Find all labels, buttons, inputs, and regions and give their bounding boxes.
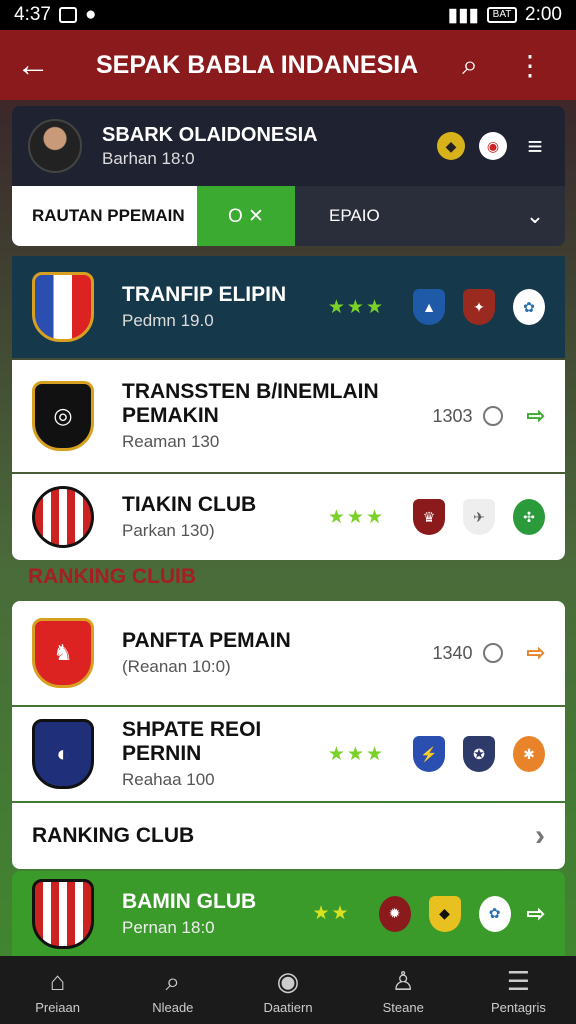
bottom-nav: ⌂ Preiaan ⌕ Nleade ◉ Daatiern ♙ Steane ☰… [0,956,576,1024]
rating-stars: ★★★ [327,743,385,765]
list-item[interactable]: RANKING CLUB › [12,803,565,869]
status-bar: 4:37 ● ▮▮▮ BAT 2:00 [0,0,576,30]
item-title: TIAKIN CLUB [122,493,257,516]
item-score: 1303 [432,405,473,426]
item-subtitle: Pedmn 19.0 [122,311,214,330]
club-crest-icon: ♞ [32,618,94,688]
status-ring-icon [482,406,503,426]
nav-label: Steane [382,999,424,1015]
item-subtitle: (Reanan 10:0) [122,657,231,676]
list-item[interactable]: ◐ SHPATE REOI PERNIN Reahaa 100 ★★★ ⚡ ✪ … [12,707,565,801]
search-icon: ⌕ [165,965,181,996]
app-bar: ← SEPAK BABLA INDANESIA ⌕ ⋮ [0,30,576,100]
rating-stars: ★★ [312,903,351,924]
trophy-icon[interactable]: ◆ [437,132,465,160]
arrow-right-icon[interactable]: ⇨ [527,901,545,927]
club-crest-icon [32,486,94,548]
club-badge-icon: ✿ [513,289,545,325]
search-icon[interactable]: ⌕ [440,49,500,82]
nav-label: Daatiern [263,999,313,1015]
club-badge-icon: ◆ [428,895,461,932]
section-heading: RANKING CLUIB [28,565,196,588]
profile-name: SBARK OLAIDONESIA [102,123,318,146]
item-score: 1340 [432,642,473,663]
list-item[interactable]: TIAKIN CLUB Parkan 130) ★★★ ♛ ✈ ✣ [12,474,565,560]
profile-card: SBARK OLAIDONESIA Barhan 18:0 ◆ ◉ ≡ RAUT… [12,106,565,246]
item-title: RANKING CLUB [32,824,195,847]
home-icon: ⌂ [49,965,66,996]
image-icon [58,7,77,23]
nav-item-steane[interactable]: ♙ Steane [346,956,461,1024]
club-badge-icon: ♛ [413,499,445,535]
tab-filter[interactable]: O ✕ [197,186,295,246]
arrow-right-icon[interactable]: ⇨ [527,640,545,666]
club-badge-icon: ✹ [378,895,411,932]
rating-stars: ★★★ [327,506,385,528]
status-ring-icon [482,643,503,663]
nav-label: Preiaan [35,999,80,1015]
chevron-down-icon[interactable]: ⌄ [505,186,565,246]
nav-item-pentagris[interactable]: ☰ Pentagris [461,956,576,1024]
nav-label: Nleade [152,999,194,1015]
club-badge-icon: ✣ [513,499,545,535]
signal-icon: ▮▮▮ [447,4,480,26]
back-arrow-icon[interactable]: ← [16,46,66,85]
club-badge-icon: ✱ [513,736,545,772]
list-item[interactable]: ◎ TRANSSTEN B/INEMLAIN PEMAKIN Reaman 13… [12,360,565,472]
tab-bar: RAUTAN PPEMAIN O ✕ EPAIO ⌄ [12,186,565,246]
more-options-icon[interactable]: ⋮ [500,49,560,82]
club-badge-icon: ✦ [463,289,495,325]
club-badge-icon: ⚡ [413,736,445,772]
nav-item-nleade[interactable]: ⌕ Nleade [115,956,230,1024]
list-item[interactable]: ● TRANFIP ELIPIN Pedmn 19.0 ★★★ ▲ ✦ ✿ [12,256,565,358]
item-title: TRANFIP ELIPIN [122,283,287,306]
battery-icon: BAT [487,7,518,23]
list-icon: ☰ [506,965,531,996]
notification-icon: ● [84,4,97,25]
item-title: SHPATE REOI PERNIN [122,718,262,765]
profile-icon: ♙ [391,965,415,996]
club-badge-icon: ✿ [478,895,511,932]
profile-subtitle: Barhan 18:0 [102,148,195,168]
nav-item-preiaan[interactable]: ⌂ Preiaan [0,956,115,1024]
page-title: SEPAK BABLA INDANESIA [96,50,419,79]
club-crest-icon: ◎ [32,381,94,451]
item-title: TRANSSTEN B/INEMLAIN PEMAKIN [122,380,379,427]
status-time-right: 2:00 [525,4,562,25]
arrow-right-icon[interactable]: ⇨ [527,403,545,429]
club-badge-icon: ▲ [413,289,445,325]
avatar[interactable] [28,119,82,173]
chevron-right-icon[interactable]: › [535,819,545,853]
list-item[interactable]: ♞ PANFTA PEMAIN (Reanan 10:0) 1340 ⇨ [12,601,565,705]
club-crest-icon: ◐ [32,719,94,789]
item-subtitle: Parkan 130) [122,521,215,540]
club-crest-icon: ● [32,272,94,342]
nav-item-daatiern[interactable]: ◉ Daatiern [230,956,345,1024]
item-title: BAMIN GLUB [122,889,257,913]
nav-label: Pentagris [490,999,546,1015]
club-crest-icon [32,878,94,949]
tab-ranking-pemain[interactable]: RAUTAN PPEMAIN [12,186,197,246]
item-subtitle: Reaman 130 [122,432,220,451]
tab-epaio[interactable]: EPAIO [295,186,505,246]
club-badge-icon: ✈ [463,499,495,535]
ball-icon: ◉ [276,965,300,996]
club-badge-icon: ✪ [463,736,495,772]
rating-stars: ★★★ [327,296,385,318]
status-time-left: 4:37 [14,4,51,25]
club-badge-icon[interactable]: ◉ [479,132,507,160]
item-title: PANFTA PEMAIN [122,629,291,652]
item-subtitle: Reahaa 100 [122,770,215,789]
menu-icon[interactable]: ≡ [521,131,549,161]
item-subtitle: Pernan 18:0 [122,917,215,937]
list-item[interactable]: BAMIN GLUB Pernan 18:0 ★★ ✹ ◆ ✿ ⇨ [12,871,565,956]
